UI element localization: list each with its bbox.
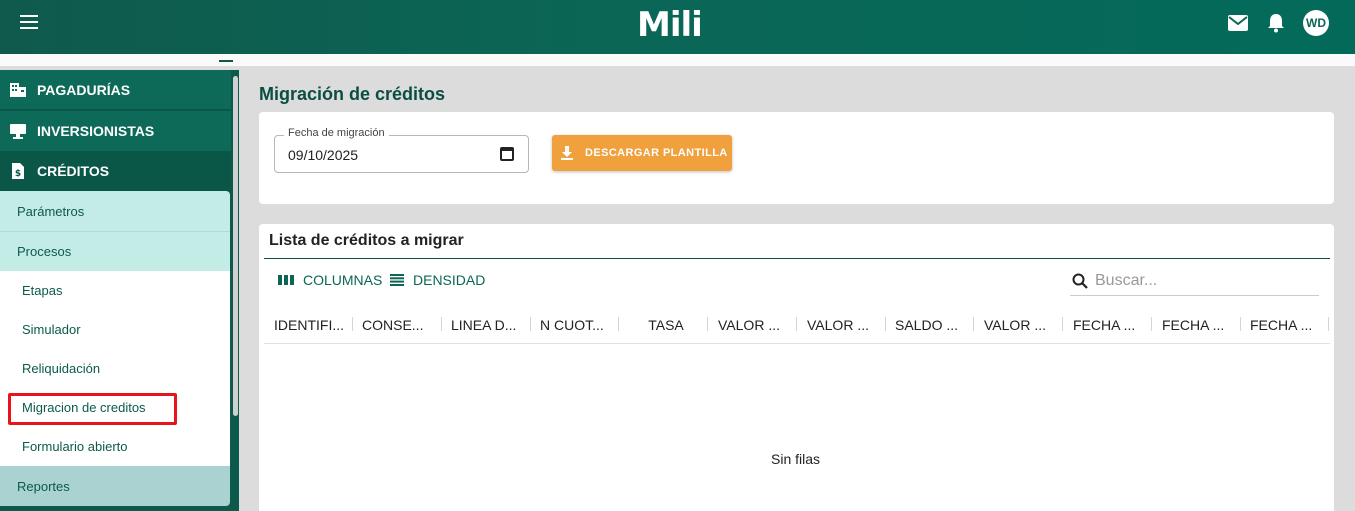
column-header[interactable]: N CUOT...: [540, 305, 618, 344]
svg-text:$: $: [15, 169, 21, 179]
page-title: Migración de créditos: [259, 84, 446, 104]
column-separator[interactable]: [530, 317, 531, 331]
column-header[interactable]: VALOR ...: [807, 305, 885, 344]
sidebar-scroll-thumb[interactable]: [233, 76, 238, 416]
table-header: IDENTIFI... CONSE... LINEA D... N CUOT..…: [264, 305, 1330, 344]
sidebar-item-procesos[interactable]: Procesos: [0, 231, 230, 271]
sidebar-item-reportes[interactable]: Reportes: [0, 466, 230, 506]
column-separator[interactable]: [1062, 317, 1063, 331]
columns-label: COLUMNAS: [303, 272, 383, 288]
column-separator[interactable]: [973, 317, 974, 331]
column-header[interactable]: VALOR ...: [718, 305, 796, 344]
sidebar-item-label: PAGADURÍAS: [37, 81, 131, 98]
download-template-button[interactable]: DESCARGAR PLANTILLA: [552, 135, 732, 171]
money-file-icon: $: [9, 162, 27, 180]
density-label: DENSIDAD: [413, 272, 486, 288]
sidebar-item-inversionistas[interactable]: INVERSIONISTAS: [0, 111, 231, 151]
sidebar-item-creditos[interactable]: $ CRÉDITOS: [0, 151, 231, 191]
column-header[interactable]: VALOR ...: [984, 305, 1062, 344]
menu-icon[interactable]: [20, 14, 38, 30]
column-header[interactable]: TASA: [626, 305, 706, 344]
column-separator[interactable]: [1328, 317, 1329, 331]
column-separator[interactable]: [885, 317, 886, 331]
top-strip: [0, 54, 1355, 66]
column-header[interactable]: SALDO ...: [895, 305, 973, 344]
calendar-icon[interactable]: [500, 147, 514, 161]
empty-table-message: Sin filas: [771, 451, 821, 467]
migration-date-field[interactable]: Fecha de migración 09/10/2025: [274, 127, 529, 173]
column-header[interactable]: IDENTIFI...: [274, 305, 352, 344]
monitor-icon: [9, 122, 27, 140]
density-icon: [390, 274, 404, 286]
sidebar-item-label: INVERSIONISTAS: [37, 123, 155, 139]
mail-icon[interactable]: [1227, 14, 1249, 32]
column-header[interactable]: CONSE...: [362, 305, 440, 344]
date-field-value[interactable]: 09/10/2025: [288, 147, 358, 163]
bell-icon[interactable]: [1267, 13, 1285, 33]
sidebar-collapse-handle[interactable]: [219, 60, 233, 62]
sidebar-item-simulador[interactable]: Simulador: [0, 310, 230, 349]
column-separator[interactable]: [1151, 317, 1152, 331]
list-title: Lista de créditos a migrar: [269, 232, 464, 249]
user-avatar[interactable]: WD: [1303, 10, 1329, 36]
sidebar-item-reliquidacion[interactable]: Reliquidación: [0, 349, 230, 388]
building-icon: [9, 81, 27, 99]
download-button-label: DESCARGAR PLANTILLA: [585, 147, 728, 159]
sidebar-item-label: CRÉDITOS: [37, 163, 110, 179]
app-logo: Mili: [637, 5, 703, 45]
column-header[interactable]: FECHA ...: [1250, 305, 1328, 344]
sidebar-item-parametros[interactable]: Parámetros: [0, 191, 230, 231]
date-field-label: Fecha de migración: [284, 127, 389, 139]
download-icon: [560, 146, 574, 160]
search-box[interactable]: [1070, 266, 1319, 296]
column-header[interactable]: FECHA ...: [1162, 305, 1240, 344]
sidebar-item-formulario-abierto[interactable]: Formulario abierto: [0, 427, 230, 466]
selection-highlight: [8, 393, 177, 425]
sidebar-item-pagadurias[interactable]: PAGADURÍAS: [0, 70, 231, 110]
column-separator[interactable]: [707, 317, 708, 331]
column-separator[interactable]: [796, 317, 797, 331]
columns-icon: [278, 274, 294, 286]
column-header[interactable]: LINEA D...: [451, 305, 529, 344]
search-input[interactable]: [1095, 271, 1305, 290]
search-icon: [1072, 273, 1088, 289]
density-button[interactable]: DENSIDAD: [390, 272, 485, 288]
list-title-divider: [264, 258, 1330, 259]
columns-button[interactable]: COLUMNAS: [278, 272, 382, 288]
column-separator[interactable]: [352, 317, 353, 331]
column-separator[interactable]: [618, 317, 619, 331]
sidebar-item-etapas[interactable]: Etapas: [0, 271, 230, 310]
column-separator[interactable]: [441, 317, 442, 331]
column-header[interactable]: FECHA ...: [1073, 305, 1151, 344]
column-separator[interactable]: [1240, 317, 1241, 331]
top-app-bar: Mili WD: [0, 0, 1355, 54]
